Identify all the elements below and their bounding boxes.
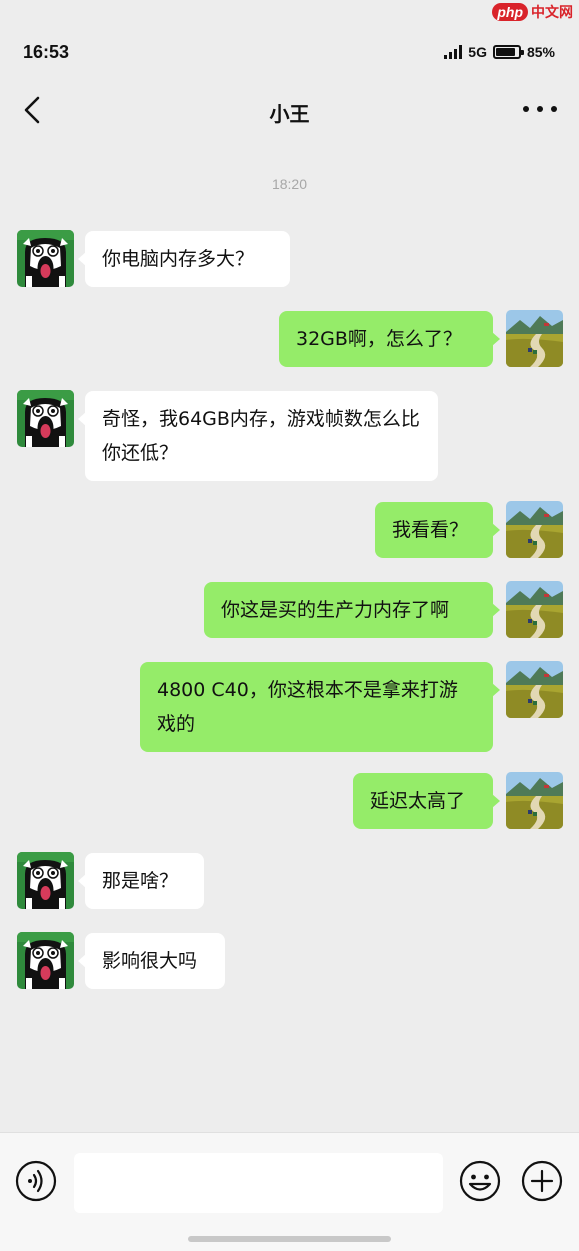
contact-avatar[interactable]: [17, 852, 74, 909]
home-indicator[interactable]: [188, 1236, 391, 1242]
chat-header: 小王: [0, 80, 579, 142]
message-bubble[interactable]: 你这是买的生产力内存了啊: [204, 582, 500, 638]
status-indicators: 5G 85%: [444, 44, 555, 60]
battery-percent: 85%: [526, 44, 555, 60]
chat-title: 小王: [269, 102, 310, 126]
my-avatar[interactable]: [506, 581, 563, 638]
message-bubble[interactable]: 那是啥？: [78, 853, 204, 909]
emoji-button[interactable]: [458, 1159, 502, 1203]
message-bubble[interactable]: 我看看？: [375, 502, 500, 558]
plus-icon: [521, 1160, 563, 1202]
message-bubble[interactable]: 4800 C40，你这根本不是拿来打游戏的: [140, 662, 500, 752]
battery-icon: [492, 45, 524, 59]
my-avatar[interactable]: [506, 501, 563, 558]
my-avatar[interactable]: [506, 772, 563, 829]
plus-button[interactable]: [520, 1159, 564, 1203]
more-dots-icon: [523, 106, 529, 112]
message-bubble[interactable]: 奇怪，我64GB内存，游戏帧数怎么比你还低？: [78, 391, 438, 481]
signal-icon: [444, 45, 463, 59]
voice-icon: [15, 1160, 57, 1202]
network-type: 5G: [468, 44, 487, 60]
message-timestamp: 18:20: [271, 176, 308, 192]
message-bubble[interactable]: 32GB啊，怎么了？: [279, 311, 500, 367]
my-avatar[interactable]: [506, 310, 563, 367]
battery-level: [495, 48, 515, 56]
input-bar: [0, 1132, 579, 1251]
status-bar: 16:53 5G 85%: [0, 0, 579, 80]
contact-avatar[interactable]: [17, 932, 74, 989]
message-input[interactable]: [74, 1153, 443, 1213]
emoji-icon: [459, 1160, 501, 1202]
message-bubble[interactable]: 你电脑内存多大？: [78, 231, 290, 287]
my-avatar[interactable]: [506, 661, 563, 718]
message-bubble[interactable]: 影响很大吗: [78, 933, 225, 989]
voice-button[interactable]: [14, 1159, 58, 1203]
status-time: 16:53: [23, 42, 70, 62]
message-bubble[interactable]: 延迟太高了: [353, 773, 500, 829]
contact-avatar[interactable]: [17, 390, 74, 447]
contact-avatar[interactable]: [17, 230, 74, 287]
more-button[interactable]: [523, 102, 557, 116]
